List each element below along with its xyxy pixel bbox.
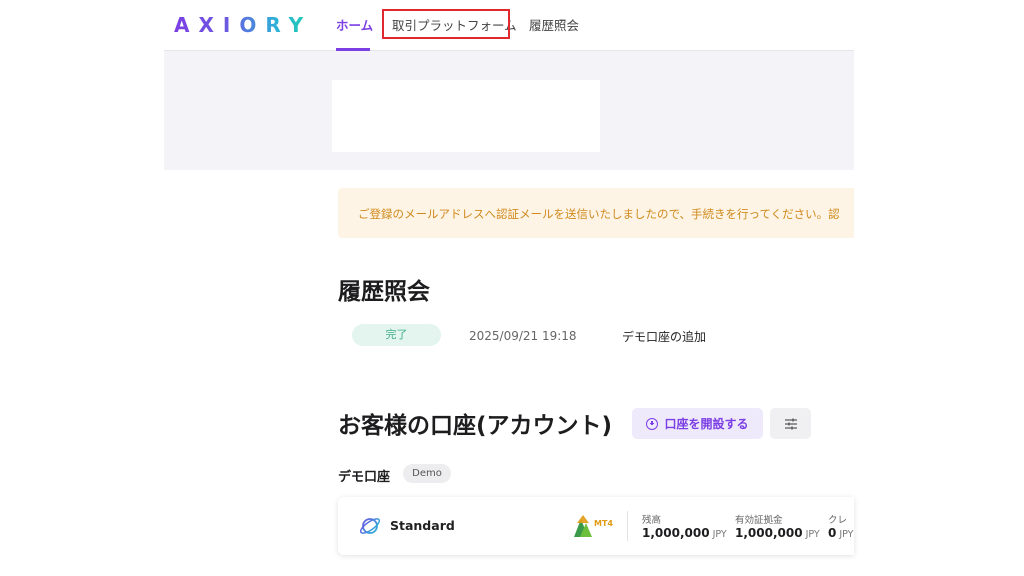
history-description[interactable]: デモ口座の追加 [622,328,706,345]
sliders-icon [784,418,797,429]
credit-unit: JPY [839,529,854,540]
axiory-logo[interactable]: AXIORY [174,13,312,37]
nav-home[interactable]: ホーム [336,15,373,34]
account-card[interactable]: Standard MT4 残高 1,000,000 JPY 有効証拠金 1,000… [338,497,854,555]
banner-card [332,80,600,152]
platform-label: MT4 [594,519,613,528]
highlight-annotation-box [382,9,510,39]
demo-account-label: デモ口座 [338,470,391,485]
plus-circle-icon [646,417,659,430]
nav-history[interactable]: 履歴照会 [529,15,579,34]
status-badge: 完了 [352,324,441,346]
planet-icon [359,518,381,534]
verification-notice: ご登録のメールアドレスへ認証メールを送信いたしましたので、手続きを行ってください… [338,188,854,238]
account-type: Standard [390,518,455,533]
filter-button[interactable] [770,408,811,439]
balance-value: 1,000,000 JPY [642,526,727,540]
credit-value: 0 JPY [828,526,853,540]
balance-amount: 1,000,000 [642,526,710,540]
notice-text: ご登録のメールアドレスへ認証メールを送信いたしましたので、手続きを行ってください… [358,207,840,221]
open-account-label: 口座を開設する [664,417,749,431]
history-date: 2025/09/21 19:18 [469,329,577,343]
credit-amount: 0 [828,526,837,540]
credit-label: クレ [828,515,848,526]
equity-amount: 1,000,000 [735,526,803,540]
equity-value: 1,000,000 JPY [735,526,820,540]
accounts-title: お客様の口座(アカウント) [338,413,613,439]
balance-unit: JPY [712,529,727,540]
card-divider [627,511,628,541]
balance-label: 残高 [642,515,662,526]
history-title: 履歴照会 [338,279,430,305]
equity-label: 有効証拠金 [735,515,783,526]
equity-unit: JPY [805,529,820,540]
open-account-button[interactable]: 口座を開設する [632,408,763,439]
demo-badge: Demo [403,464,451,483]
